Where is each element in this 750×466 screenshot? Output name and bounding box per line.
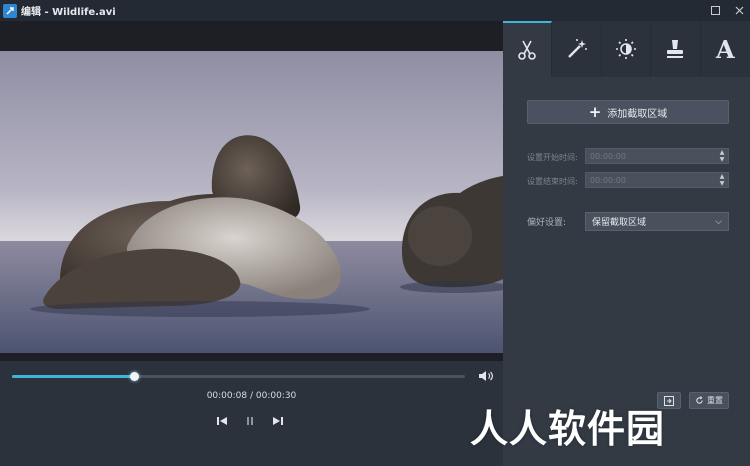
player-controls: 00:00:08 / 00:00:30 bbox=[0, 361, 503, 466]
tab-cut[interactable] bbox=[503, 21, 553, 77]
chevron-down-icon: ⌵ bbox=[715, 216, 722, 227]
stepper-down-icon[interactable]: ▼ bbox=[720, 180, 725, 187]
reset-icon bbox=[696, 396, 703, 404]
add-trim-region-button[interactable]: + 添加截取区域 bbox=[527, 100, 729, 124]
start-time-label: 设置开始时间: bbox=[527, 153, 578, 162]
timecode: 00:00:08 / 00:00:30 bbox=[206, 391, 297, 401]
stepper-down-icon[interactable]: ▼ bbox=[720, 156, 725, 163]
close-icon bbox=[735, 6, 743, 14]
reset-label: 重置 bbox=[707, 396, 723, 405]
stepper-up-icon[interactable]: ▲ bbox=[720, 173, 725, 180]
tab-effects[interactable] bbox=[552, 21, 602, 77]
volume-icon[interactable] bbox=[478, 369, 494, 383]
reset-button[interactable]: 重置 bbox=[689, 392, 729, 409]
end-time-stepper[interactable]: ▲ ▼ bbox=[716, 173, 728, 187]
start-time-stepper[interactable]: ▲ ▼ bbox=[716, 149, 728, 163]
text-icon: A bbox=[716, 34, 735, 64]
start-time-input[interactable]: 00:00:00 ▲ ▼ bbox=[585, 148, 729, 164]
magic-wand-icon bbox=[567, 39, 587, 58]
start-time-value: 00:00:00 bbox=[590, 151, 626, 161]
step-back-icon bbox=[217, 417, 227, 425]
brightness-icon bbox=[616, 39, 637, 59]
end-time-label: 设置结束时间: bbox=[527, 177, 578, 186]
edit-tabs: A bbox=[503, 21, 750, 77]
maximize-button[interactable] bbox=[708, 3, 722, 17]
video-preview[interactable] bbox=[0, 21, 503, 361]
seek-bar[interactable] bbox=[12, 372, 465, 381]
add-trim-region-label: 添加截取区域 bbox=[607, 108, 668, 120]
video-frame-image bbox=[0, 51, 503, 353]
seek-handle[interactable] bbox=[130, 372, 140, 381]
tab-adjust[interactable] bbox=[602, 21, 652, 77]
pause-icon bbox=[247, 417, 253, 425]
previous-frame-button[interactable] bbox=[214, 413, 230, 429]
tab-text[interactable]: A bbox=[701, 21, 750, 77]
scissors-icon bbox=[518, 40, 537, 60]
stamp-icon bbox=[667, 40, 684, 58]
maximize-icon bbox=[710, 5, 720, 15]
export-icon bbox=[664, 395, 674, 406]
stepper-up-icon[interactable]: ▲ bbox=[720, 149, 725, 156]
window-title: 编辑 - Wildlife.avi bbox=[21, 7, 116, 18]
video-frame bbox=[0, 51, 503, 353]
seek-progress bbox=[12, 375, 135, 378]
plus-icon: + bbox=[588, 102, 602, 121]
preference-label: 偏好设置: bbox=[527, 218, 567, 228]
site-watermark: 人人软件园 bbox=[470, 407, 666, 451]
step-forward-icon bbox=[273, 417, 283, 425]
title-bar: 编辑 - Wildlife.avi bbox=[0, 0, 750, 21]
tab-watermark[interactable] bbox=[651, 21, 701, 77]
preference-select[interactable]: 保留截取区域 ⌵ bbox=[585, 212, 729, 231]
next-frame-button[interactable] bbox=[270, 413, 286, 429]
pause-button[interactable] bbox=[242, 413, 258, 429]
preference-value: 保留截取区域 bbox=[592, 218, 647, 228]
end-time-value: 00:00:00 bbox=[590, 175, 626, 185]
close-button[interactable] bbox=[732, 3, 746, 17]
app-icon bbox=[3, 3, 17, 18]
end-time-input[interactable]: 00:00:00 ▲ ▼ bbox=[585, 172, 729, 188]
